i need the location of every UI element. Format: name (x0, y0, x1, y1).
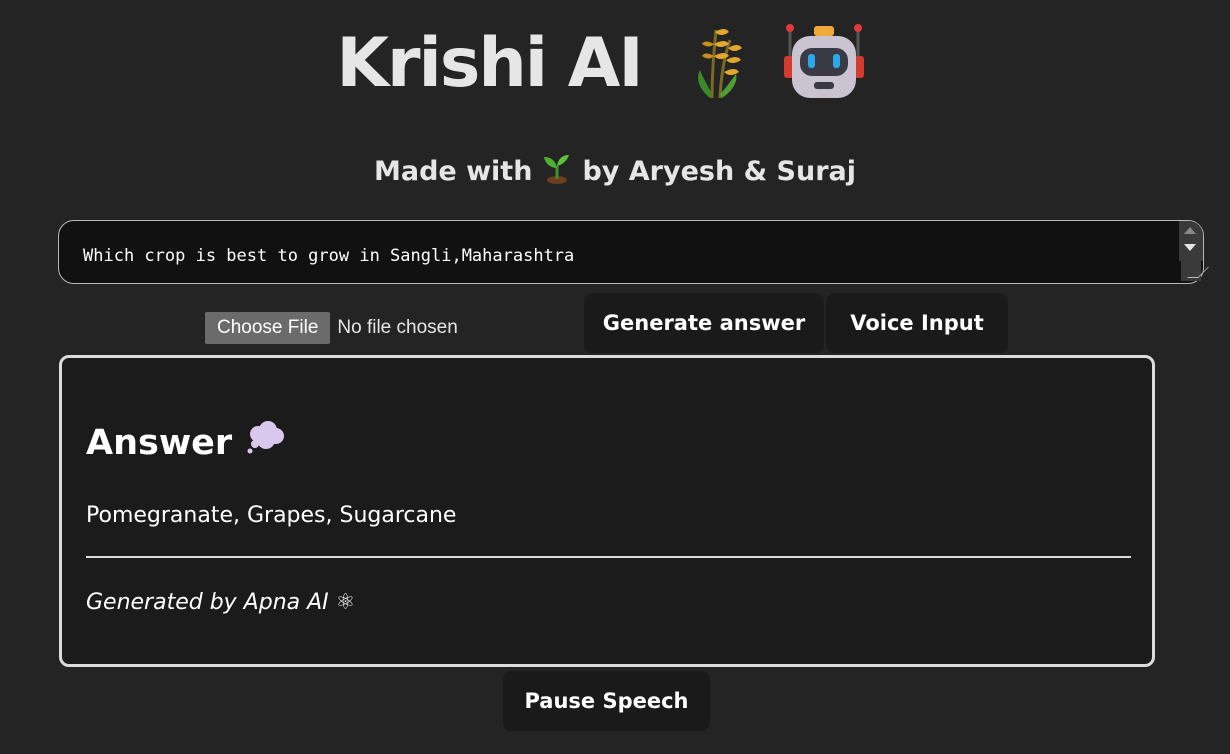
file-status-text: No file chosen (337, 317, 458, 338)
generate-answer-button[interactable]: Generate answer (584, 293, 824, 353)
answer-divider (86, 556, 1131, 558)
credits-suffix: by Aryesh & Suraj (582, 156, 856, 187)
app-title: Krishi AI (336, 24, 643, 103)
prompt-value: Which crop is best to grow in Sangli,Mah… (83, 246, 575, 266)
textarea-scrollbar[interactable] (1179, 221, 1203, 261)
seedling-icon (542, 152, 572, 191)
file-upload-input[interactable]: Choose File No file chosen (205, 312, 458, 344)
answer-card: Answer Pomegranate, Grapes, Sugarcane Ge… (59, 355, 1155, 667)
credits-line: Made with by Aryesh & Suraj (0, 152, 1230, 191)
wheat-icon (690, 22, 746, 106)
thought-bubble-icon (246, 420, 286, 465)
credits-prefix: Made with (373, 156, 533, 187)
scroll-up-arrow-icon[interactable] (1184, 227, 1196, 234)
voice-input-button[interactable]: Voice Input (826, 293, 1008, 353)
answer-text: Pomegranate, Grapes, Sugarcane (86, 503, 457, 528)
scroll-down-arrow-icon[interactable] (1184, 244, 1196, 251)
choose-file-button[interactable]: Choose File (205, 312, 331, 344)
pause-speech-button[interactable]: Pause Speech (503, 671, 710, 731)
resize-handle-icon[interactable] (1181, 261, 1201, 281)
answer-heading: Answer (86, 420, 286, 465)
prompt-textarea[interactable]: Which crop is best to grow in Sangli,Mah… (58, 220, 1204, 284)
app-page: Krishi AI Made with by Aryesh & Suraj Wh… (0, 0, 1230, 754)
answer-heading-text: Answer (86, 422, 233, 463)
header: Krishi AI (0, 14, 1230, 114)
generated-by-text: Generated by Apna AI ⚛ (86, 590, 356, 615)
robot-icon (783, 22, 864, 106)
